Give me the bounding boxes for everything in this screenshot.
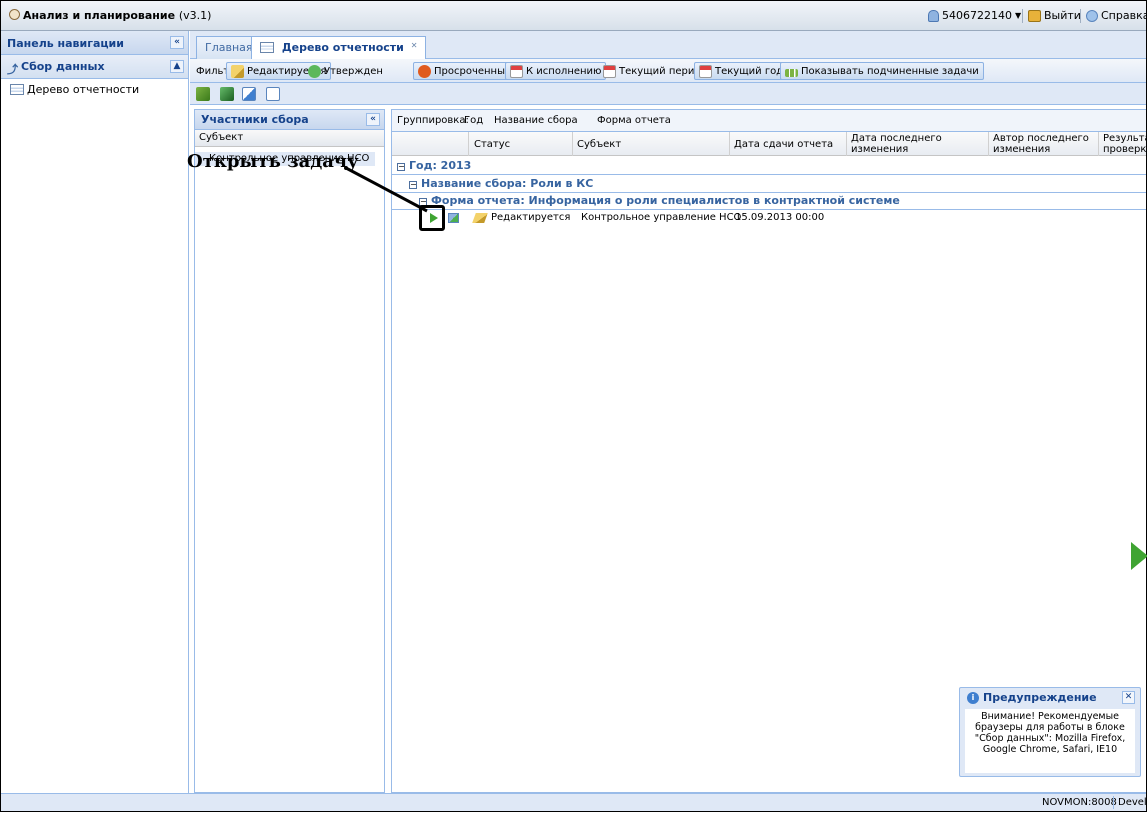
status-mode: Develo bbox=[1118, 797, 1147, 808]
warning-title-text: Предупреждение bbox=[983, 691, 1097, 704]
warning-popup: i Предупреждение ✕ Внимание! Рекомендуем… bbox=[959, 687, 1141, 777]
status-bar: NOVMON:8008 Develo bbox=[1, 793, 1147, 811]
warning-title: i Предупреждение bbox=[967, 691, 1097, 704]
status-server: NOVMON:8008 bbox=[1042, 797, 1117, 808]
info-icon: i bbox=[967, 691, 979, 704]
highlight-box bbox=[419, 205, 445, 231]
divider bbox=[1113, 796, 1114, 809]
warning-message: Внимание! Рекомендуемые браузеры для раб… bbox=[965, 709, 1135, 773]
play-icon[interactable] bbox=[1131, 542, 1147, 570]
close-icon[interactable]: ✕ bbox=[1122, 691, 1135, 704]
